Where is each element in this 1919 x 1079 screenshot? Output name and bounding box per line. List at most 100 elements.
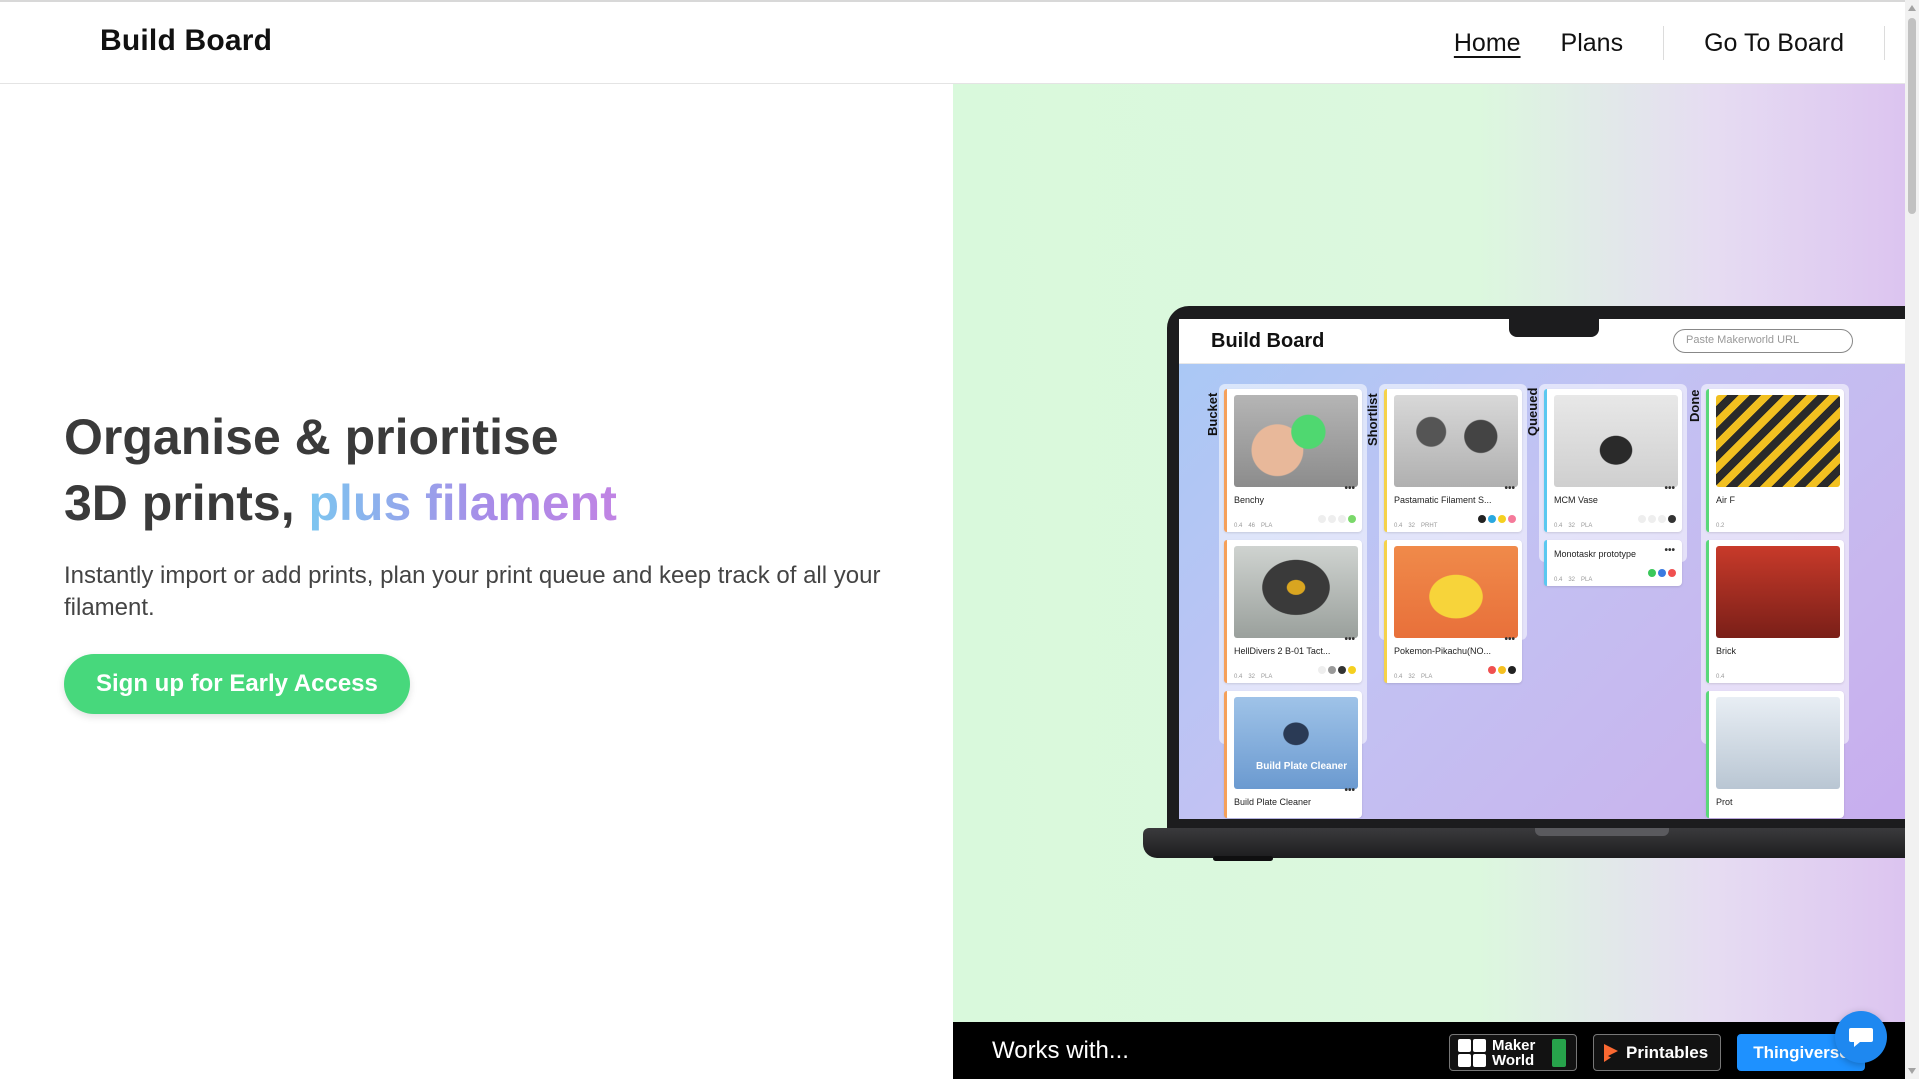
meta-material: PLA [1421,674,1433,680]
meta-nozzle: 0.4 [1554,577,1563,583]
meta-time: 32 [1568,523,1576,529]
filament-dots [1478,515,1516,523]
main-nav: Home Plans Go To Board [1434,2,1905,84]
nav-go-to-board-link[interactable]: Go To Board [1704,29,1844,58]
thingiverse-label: Thingiverse [1753,1043,1849,1062]
filament-dot [1638,515,1646,523]
print-card: Pokemon-Pikachu(NO... ••• 0.4 32 PLA [1384,540,1522,683]
card-meta: 0.4 32 PLA [1394,665,1516,680]
print-card: Prot [1706,691,1844,818]
print-card: Build Plate Cleaner Build Plate Cleaner •… [1224,691,1362,818]
print-card: Monotaskr prototype ••• 0.4 32 PLA [1544,540,1682,586]
printables-badge[interactable]: Printables [1593,1034,1721,1071]
filament-dot [1318,666,1326,674]
card-meta: 0.4 32 PLA [1554,568,1676,583]
meta-material: PLA [1261,523,1273,529]
meta-time: 32 [1568,577,1576,583]
meta-time: 32 [1408,674,1416,680]
meta-nozzle: 0.4 [1234,674,1243,680]
chat-button[interactable] [1835,1011,1887,1063]
helldivers-thumbnail [1234,546,1358,638]
filament-dot [1328,515,1336,523]
card-title: HellDivers 2 B-01 Tact... [1234,646,1331,656]
card-title: Monotaskr prototype [1554,549,1637,559]
air-filter-thumbnail [1716,395,1840,487]
card-stripe [1544,389,1547,532]
filament-dot [1508,515,1516,523]
filament-dot [1348,515,1356,523]
nav-divider [1884,26,1885,60]
more-icon: ••• [1504,483,1515,494]
kanban-column-done: Air F 0.2 Brick 0.4 Prot [1701,384,1849,818]
thumbnail-caption: Build Plate Cleaner [1256,761,1348,772]
column-label-queued: Queued [1525,387,1540,436]
pikachu-thumbnail [1394,546,1518,638]
more-icon: ••• [1664,483,1675,494]
card-stripe [1706,540,1709,683]
hero-preview-panel: Build Board Paste Makerworld URL Bucket … [953,84,1905,1022]
page-scrollbar[interactable] [1905,0,1919,1079]
filament-dot [1498,666,1506,674]
filament-dot [1348,666,1356,674]
card-meta: 0.4 32 PLA [1234,665,1356,680]
meta-time: 46 [1248,523,1256,529]
filament-dot [1488,515,1496,523]
brick-thumbnail [1716,546,1840,638]
card-meta: 0.4 [1716,665,1838,680]
nav-divider [1663,26,1665,60]
more-icon: ••• [1344,634,1355,645]
card-title: MCM Vase [1554,495,1598,505]
print-card: MCM Vase ••• 0.4 32 PLA [1544,389,1682,532]
scroll-down-arrow-icon[interactable] [1908,1068,1916,1074]
meta-material: PLA [1581,577,1593,583]
scroll-up-arrow-icon[interactable] [1908,5,1916,11]
filament-dot [1488,666,1496,674]
headline-line-1: Organise & prioritise [64,409,559,465]
meta-time: 32 [1408,523,1416,529]
early-access-signup-button[interactable]: Sign up for Early Access [64,654,410,714]
more-icon: ••• [1344,483,1355,494]
card-meta: 0.2 [1716,514,1838,529]
brand-logo[interactable]: Build Board [100,24,272,58]
card-title: Air F [1716,495,1735,505]
more-icon: ••• [1504,634,1515,645]
makerworld-logo-icon [1458,1038,1486,1067]
card-title: Pastamatic Filament S... [1394,495,1492,505]
filament-dot [1338,515,1346,523]
column-label-bucket: Bucket [1205,392,1220,436]
nav-home-link[interactable]: Home [1454,29,1521,58]
works-with-label: Works with... [992,1037,1129,1064]
card-stripe [1706,389,1709,532]
meta-nozzle: 0.4 [1716,674,1725,680]
filament-dots [1648,569,1676,577]
makerworld-tag-icon [1552,1038,1566,1067]
meta-nozzle: 0.4 [1394,523,1403,529]
makerworld-label: Maker World [1492,1036,1536,1069]
card-stripe [1384,540,1387,683]
laptop-trackpad-notch [1535,828,1669,836]
filament-dot [1328,666,1336,674]
laptop-notch [1509,319,1599,337]
nav-plans-link[interactable]: Plans [1561,29,1624,58]
card-title: Prot [1716,797,1733,807]
preview-app-title: Build Board [1211,330,1325,352]
filament-dot [1338,666,1346,674]
card-meta: 0.4 32 PRHT [1394,514,1516,529]
pastamatic-thumbnail [1394,395,1518,487]
filament-dots [1318,515,1356,523]
filament-dot [1498,515,1506,523]
print-card: HellDivers 2 B-01 Tact... ••• 0.4 32 PLA [1224,540,1362,683]
card-meta: 0.4 32 PLA [1554,514,1676,529]
filament-dot [1508,666,1516,674]
card-stripe [1544,540,1547,586]
prototype-thumbnail [1716,697,1840,789]
chat-bubble-icon [1849,1028,1873,1047]
makerworld-badge[interactable]: Maker World [1449,1034,1577,1071]
card-stripe [1706,691,1709,818]
filament-dot [1668,515,1676,523]
headline-line-2: 3D prints, [64,475,309,531]
more-icon: ••• [1664,545,1675,556]
filament-dot [1648,515,1656,523]
scrollbar-thumb[interactable] [1908,18,1916,214]
meta-material: PRHT [1421,523,1438,529]
